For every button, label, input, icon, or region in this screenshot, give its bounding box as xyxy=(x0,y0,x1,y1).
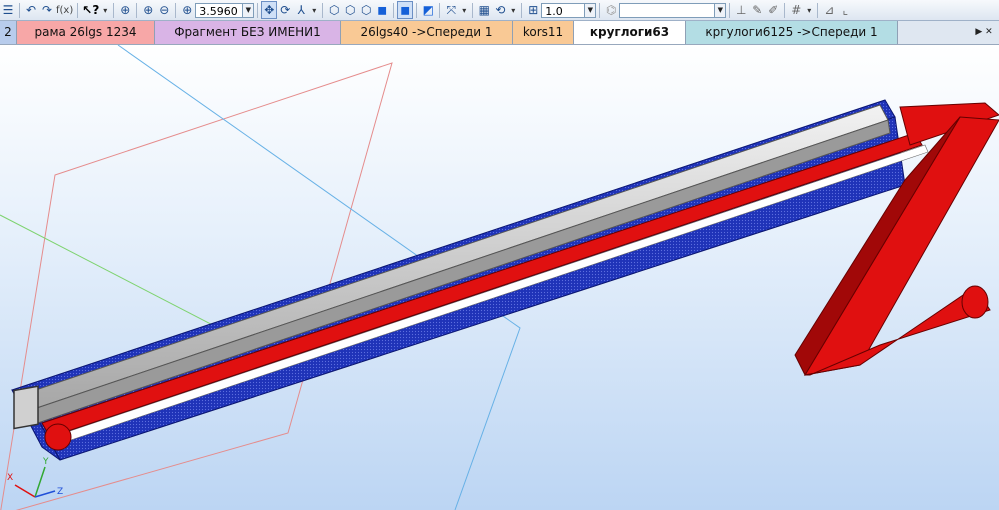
step-icon[interactable]: ⊞ xyxy=(525,1,541,19)
zoom-scale-icon[interactable]: ⊕ xyxy=(179,1,195,19)
toolbar-overflow-icon[interactable]: ▾ xyxy=(100,1,110,19)
wireframe-icon[interactable]: ⬡ xyxy=(326,1,342,19)
toolbar-separator xyxy=(175,2,177,18)
toolbar-separator xyxy=(817,2,819,18)
grey-profile-end xyxy=(13,385,39,430)
layer-icon[interactable]: ⌬ xyxy=(603,1,619,19)
tab-label: 26lgs40 ->Спереди 1 xyxy=(360,25,493,39)
style-combo[interactable] xyxy=(619,2,716,18)
tab-krgulogi6125[interactable]: кргулоги6125 ->Спереди 1 xyxy=(686,21,898,44)
toolbar-separator xyxy=(257,2,259,18)
document-tabs: 2 рама 26lgs 1234 Фрагмент БЕЗ ИМЕНИ1 26… xyxy=(0,21,999,45)
tab-rama-26lgs-1234[interactable]: рама 26lgs 1234 xyxy=(17,21,155,44)
edit-icon[interactable]: ✎ xyxy=(749,1,765,19)
perspective-icon[interactable]: ◩ xyxy=(420,1,436,19)
tab-label: Фрагмент БЕЗ ИМЕНИ1 xyxy=(174,25,321,39)
toolbar-separator xyxy=(136,2,138,18)
fx-button[interactable]: f(x) xyxy=(55,1,74,19)
toolbar-separator xyxy=(729,2,731,18)
properties-icon[interactable]: ☰ xyxy=(0,1,16,19)
toolbar-separator xyxy=(784,2,786,18)
zoom-window-icon[interactable]: ⊕ xyxy=(117,1,133,19)
help-label: ? xyxy=(92,3,100,17)
toolbar-separator xyxy=(19,2,20,18)
triad-y-axis xyxy=(34,466,46,498)
section-icon[interactable]: ⤧ xyxy=(443,1,459,19)
main-toolbar: ☰ ↶ ↷ f(x) ↖? ▾ ⊕ ⊕ ⊖ ⊕ 3.5960 ▼ ✥ ⟳ ⅄ ▾… xyxy=(0,0,999,21)
hidden-lines-icon[interactable]: ⬡ xyxy=(342,1,358,19)
tab-kors11[interactable]: kors11 xyxy=(513,21,574,44)
z-axis-label: Z xyxy=(57,487,64,497)
grey-profile-top xyxy=(14,104,889,412)
grey-profile-side xyxy=(27,119,891,426)
model-scene xyxy=(0,45,999,510)
undo-icon[interactable]: ↶ xyxy=(23,1,39,19)
triad-z-axis xyxy=(34,490,56,498)
step-dropdown-icon[interactable]: ▼ xyxy=(585,2,597,18)
zoom-out-icon[interactable]: ⊖ xyxy=(156,1,172,19)
shaded-icon[interactable]: ◼ xyxy=(374,1,390,19)
toolbar-separator xyxy=(113,2,115,18)
toolbar-separator xyxy=(472,2,474,18)
tab-label: рама 26lgs 1234 xyxy=(34,25,137,39)
red-bar-end xyxy=(44,423,72,451)
toolbar-overflow-icon[interactable]: ▾ xyxy=(508,1,518,19)
help-pointer-button[interactable]: ↖? xyxy=(81,1,100,19)
zoom-dropdown-icon[interactable]: ▼ xyxy=(243,2,255,18)
tab-scroll-controls[interactable]: ▶ ✕ xyxy=(969,21,999,44)
shaded-edges-icon[interactable]: ◼ xyxy=(397,1,414,19)
brush-icon[interactable]: ✐ xyxy=(765,1,781,19)
local-cs-icon[interactable]: ⊿ xyxy=(821,1,837,19)
dimension-icon[interactable]: ⊥ xyxy=(733,1,749,19)
axis-icon[interactable]: ⌞ xyxy=(837,1,853,19)
toolbar-separator xyxy=(393,2,395,18)
toolbar-separator xyxy=(416,2,418,18)
toolbar-separator xyxy=(322,2,324,18)
tab-label: круглоги63 xyxy=(589,25,670,39)
white-strip xyxy=(57,144,929,444)
toolbar-separator xyxy=(439,2,441,18)
y-axis-label: Y xyxy=(43,457,49,467)
style-dropdown-icon[interactable]: ▼ xyxy=(715,2,727,18)
tab-doc-2[interactable]: 2 xyxy=(0,21,17,44)
tab-label: 2 xyxy=(4,25,12,39)
tab-label: kors11 xyxy=(522,25,564,39)
x-axis-label: X xyxy=(7,473,14,483)
thin-lines-icon[interactable]: ⬡ xyxy=(358,1,374,19)
rotate-icon[interactable]: ⟳ xyxy=(277,1,293,19)
triad-x-axis xyxy=(14,484,36,498)
toolbar-separator xyxy=(77,2,79,18)
red-bar xyxy=(41,132,923,438)
grid-snap-icon[interactable]: ▦ xyxy=(476,1,492,19)
toolbar-separator xyxy=(521,2,523,18)
orientation-dropdown-icon[interactable]: ▾ xyxy=(309,1,319,19)
section-dropdown-icon[interactable]: ▾ xyxy=(459,1,469,19)
orientation-icon[interactable]: ⅄ xyxy=(293,1,309,19)
tab-26lgs40[interactable]: 26lgs40 ->Спереди 1 xyxy=(341,21,513,44)
zoom-in-icon[interactable]: ⊕ xyxy=(140,1,156,19)
tab-krugologi63[interactable]: круглоги63 xyxy=(574,21,686,44)
tab-fragment[interactable]: Фрагмент БЕЗ ИМЕНИ1 xyxy=(155,21,341,44)
step-input[interactable]: 1.0 xyxy=(541,2,586,18)
pan-icon[interactable]: ✥ xyxy=(261,1,278,19)
tab-label: кргулоги6125 ->Спереди 1 xyxy=(705,25,878,39)
red-bracket-bottom-end xyxy=(961,285,989,319)
toolbar-separator xyxy=(599,2,601,18)
redo-icon[interactable]: ↷ xyxy=(39,1,55,19)
grid-icon[interactable]: # xyxy=(788,1,804,19)
model-viewport[interactable]: X Y Z xyxy=(0,45,999,510)
grid-dropdown-icon[interactable]: ▾ xyxy=(804,1,814,19)
zoom-input[interactable]: 3.5960 xyxy=(195,2,244,18)
refresh-icon[interactable]: ⟲ xyxy=(492,1,508,19)
